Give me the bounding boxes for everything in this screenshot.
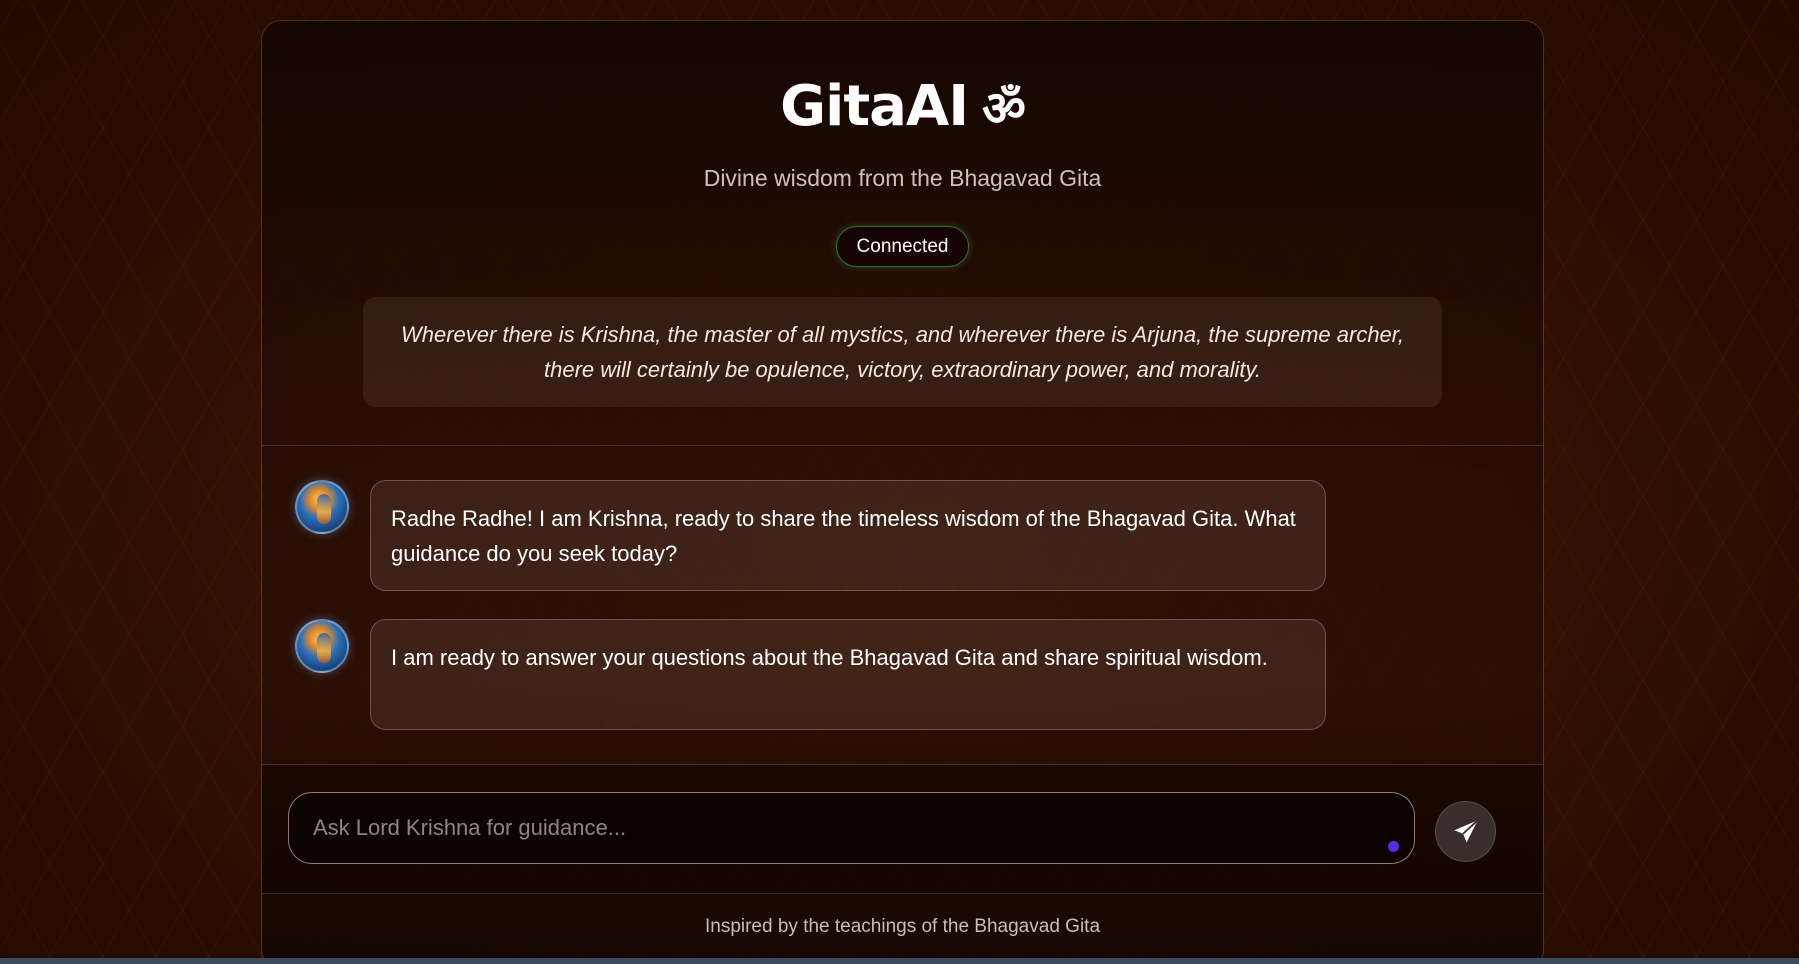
chat-messages: Radhe Radhe! I am Krishna, ready to shar… (262, 446, 1543, 765)
krishna-avatar-icon (295, 619, 349, 673)
title-text: GitaAI (780, 74, 969, 139)
page-title: GitaAI ॐ (262, 71, 1543, 143)
input-indicator-dot (1388, 841, 1399, 852)
message-bubble: Radhe Radhe! I am Krishna, ready to shar… (370, 480, 1326, 591)
app-header: GitaAI ॐ Divine wisdom from the Bhagavad … (262, 21, 1543, 446)
chat-app-panel: GitaAI ॐ Divine wisdom from the Bhagavad … (261, 20, 1544, 964)
window-bottom-bar (0, 958, 1799, 964)
message-bubble: I am ready to answer your questions abou… (370, 619, 1326, 730)
chat-message: Radhe Radhe! I am Krishna, ready to shar… (295, 480, 1326, 591)
om-symbol-icon: ॐ (982, 81, 1026, 137)
send-button[interactable] (1435, 801, 1496, 862)
gita-quote-text: Wherever there is Krishna, the master of… (400, 322, 1405, 382)
page-subtitle: Divine wisdom from the Bhagavad Gita (703, 165, 1102, 191)
chat-message: I am ready to answer your questions abou… (295, 619, 1326, 730)
footer-text: Inspired by the teachings of the Bhagava… (704, 916, 1101, 937)
connection-status-badge: Connected (835, 226, 970, 267)
krishna-avatar-icon (295, 480, 349, 534)
message-composer (262, 765, 1543, 894)
message-input[interactable] (288, 792, 1415, 864)
gita-quote-box: Wherever there is Krishna, the master of… (363, 297, 1442, 407)
paper-plane-icon (1453, 819, 1478, 842)
